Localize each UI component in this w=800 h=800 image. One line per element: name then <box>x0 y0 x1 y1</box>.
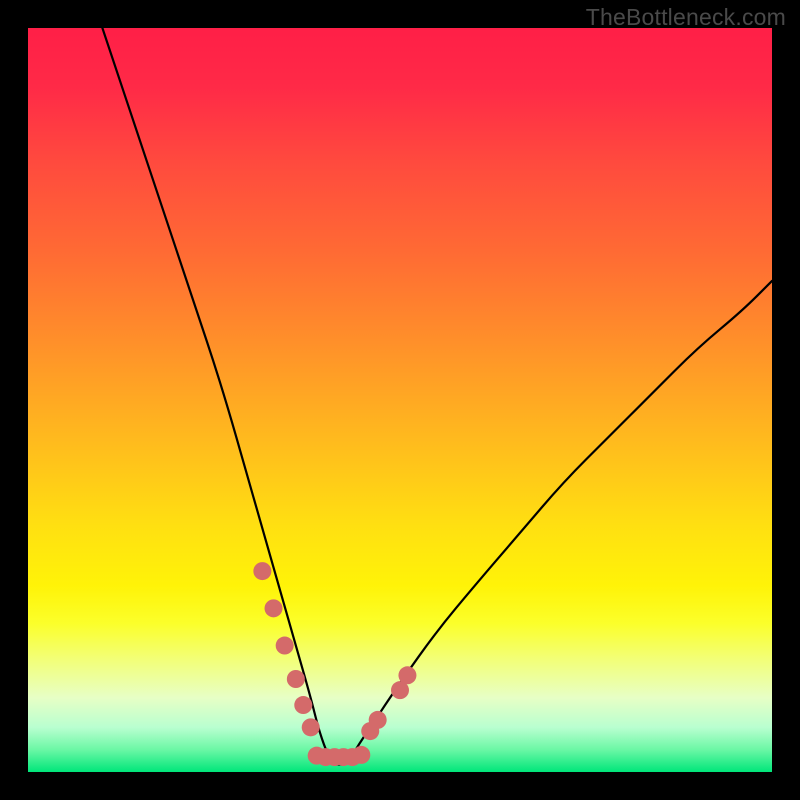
bottleneck-marker <box>265 599 283 617</box>
bottleneck-marker <box>352 746 370 764</box>
watermark-text: TheBottleneck.com <box>586 4 786 31</box>
bottleneck-marker <box>398 666 416 684</box>
bottleneck-marker <box>294 696 312 714</box>
plot-area <box>28 28 772 772</box>
bottleneck-marker <box>287 670 305 688</box>
bottleneck-markers <box>253 562 416 766</box>
bottleneck-marker <box>276 637 294 655</box>
chart-curve <box>28 28 772 772</box>
bottleneck-marker <box>369 711 387 729</box>
chart-frame: TheBottleneck.com <box>0 0 800 800</box>
bottleneck-curve-path <box>102 28 772 765</box>
bottleneck-marker <box>302 718 320 736</box>
bottleneck-marker <box>253 562 271 580</box>
